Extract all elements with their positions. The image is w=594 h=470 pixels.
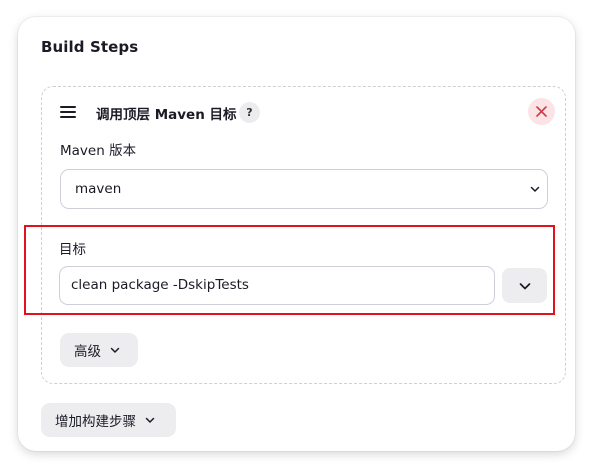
advanced-button[interactable]: 高级	[60, 333, 138, 367]
maven-version-select[interactable]: maven	[60, 169, 548, 209]
add-build-step-label: 增加构建步骤	[55, 414, 136, 430]
chevron-down-icon	[530, 186, 540, 192]
chevron-down-icon	[145, 417, 155, 423]
page: Build Steps 调用顶层 Maven 目标 ? Maven 版本 mav…	[0, 0, 594, 470]
maven-version-value: maven	[75, 181, 122, 197]
help-icon: ?	[246, 106, 253, 119]
section-title: Build Steps	[41, 38, 139, 56]
close-icon	[536, 106, 547, 117]
goals-input[interactable]: clean package -DskipTests	[59, 266, 495, 305]
goals-expand-button[interactable]	[502, 268, 547, 303]
chevron-down-icon	[110, 347, 120, 353]
chevron-down-icon	[519, 282, 530, 289]
goals-input-value: clean package -DskipTests	[71, 277, 249, 293]
drag-handle-icon[interactable]	[60, 106, 76, 118]
help-button[interactable]: ?	[239, 102, 260, 123]
add-build-step-button[interactable]: 增加构建步骤	[41, 403, 176, 437]
maven-version-label: Maven 版本	[60, 143, 137, 159]
delete-step-button[interactable]	[528, 98, 555, 125]
step-title: 调用顶层 Maven 目标	[96, 107, 237, 123]
advanced-label: 高级	[74, 344, 101, 360]
goals-label: 目标	[59, 242, 86, 258]
